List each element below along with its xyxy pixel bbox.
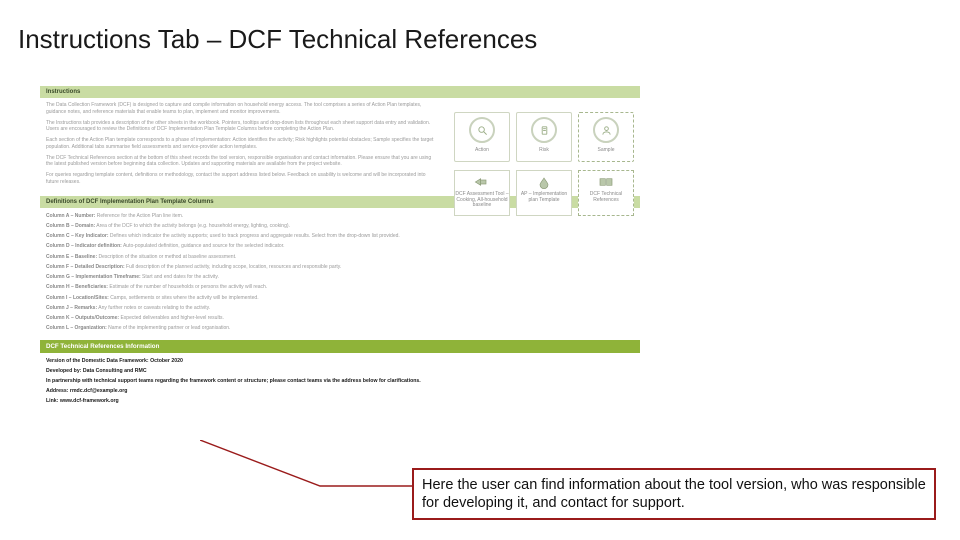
page-title: Instructions Tab – DCF Technical Referen… bbox=[18, 24, 537, 55]
tile-assessment: DCF Assessment Tool – Cooking, All-house… bbox=[454, 170, 510, 216]
tile-label: Risk bbox=[539, 147, 549, 153]
list-item: Column G – Implementation Timeframe: Sta… bbox=[46, 272, 634, 282]
callout-text: Here the user can find information about… bbox=[422, 477, 926, 511]
techref-partnership: In partnership with technical support te… bbox=[46, 377, 634, 385]
tile-label: Sample bbox=[598, 147, 615, 153]
person-icon bbox=[593, 117, 619, 143]
section-header-instructions: Instructions bbox=[40, 86, 640, 98]
instructions-p3: Each section of the Action Plan template… bbox=[46, 137, 436, 151]
tile-label: DCF Assessment Tool – Cooking, All-house… bbox=[455, 192, 509, 209]
instructions-p2: The Instructions tab provides a descript… bbox=[46, 120, 436, 134]
instructions-p4: The DCF Technical References section at … bbox=[46, 155, 436, 169]
list-item: Column C – Key Indicator: Defines which … bbox=[46, 231, 634, 241]
list-item: Column D – Indicator definition: Auto-po… bbox=[46, 241, 634, 251]
megaphone-icon bbox=[474, 175, 490, 189]
tile-tech-ref: DCF Technical References bbox=[578, 170, 634, 216]
tile-sample: Sample bbox=[578, 112, 634, 162]
techref-version: Version of the Domestic Data Framework: … bbox=[46, 357, 634, 365]
tile-label: Action bbox=[475, 147, 489, 153]
section-header-techref: DCF Technical References Information bbox=[40, 340, 640, 353]
tile-risk: Risk bbox=[516, 112, 572, 162]
tile-action: Action bbox=[454, 112, 510, 162]
tile-label: AP – Implementation plan Template bbox=[517, 192, 571, 203]
instructions-p1: The Data Collection Framework (DCF) is d… bbox=[46, 102, 436, 116]
techref-link: Link: www.dcf-framework.org bbox=[46, 397, 634, 405]
instructions-p5: For queries regarding template content, … bbox=[46, 172, 436, 186]
document-screenshot: Instructions The Data Collection Framewo… bbox=[40, 84, 640, 464]
clipboard-icon bbox=[531, 117, 557, 143]
book-icon bbox=[598, 175, 614, 189]
list-item: Column K – Outputs/Outcome: Expected del… bbox=[46, 313, 634, 323]
list-item: Column B – Domain: Area of the DCF to wh… bbox=[46, 221, 634, 231]
techref-address: Address: rmdc.dcf@example.org bbox=[46, 387, 634, 395]
list-item: Column I – Location/Sites: Camps, settle… bbox=[46, 293, 634, 303]
list-item: Column F – Detailed Description: Full de… bbox=[46, 262, 634, 272]
tile-row-bottom: DCF Assessment Tool – Cooking, All-house… bbox=[454, 170, 634, 216]
list-item: Column J – Remarks: Any further notes or… bbox=[46, 303, 634, 313]
list-item: Column E – Baseline: Description of the … bbox=[46, 252, 634, 262]
tile-row-top: Action Risk Sample bbox=[454, 112, 634, 162]
tile-label: DCF Technical References bbox=[579, 192, 633, 203]
magnifier-icon bbox=[469, 117, 495, 143]
tile-action-plan: AP – Implementation plan Template bbox=[516, 170, 572, 216]
techref-developed-by: Developed by: Data Consulting and RMC bbox=[46, 367, 634, 375]
callout-box: Here the user can find information about… bbox=[412, 468, 936, 520]
drop-icon bbox=[536, 175, 552, 189]
instructions-body: The Data Collection Framework (DCF) is d… bbox=[40, 98, 440, 194]
list-item: Column H – Beneficiaries: Estimate of th… bbox=[46, 282, 634, 292]
column-definitions: Column A – Number: Reference for the Act… bbox=[40, 208, 640, 338]
list-item: Column L – Organization: Name of the imp… bbox=[46, 323, 634, 333]
techref-body: Version of the Domestic Data Framework: … bbox=[40, 353, 640, 413]
